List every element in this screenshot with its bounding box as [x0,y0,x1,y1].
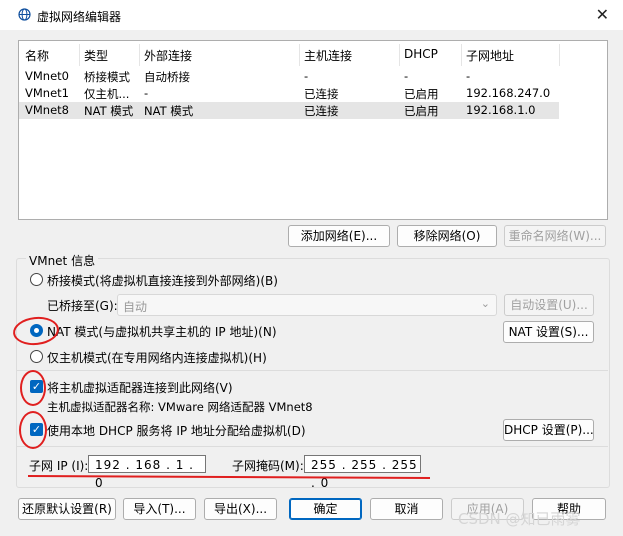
table-row-selected[interactable]: VMnet8 NAT 模式 NAT 模式 已连接 已启用 192.168.1.0 [19,102,559,119]
table-row[interactable]: VMnet1 仅主机... - 已连接 已启用 192.168.247.0 [19,85,559,102]
subnet-mask-label: 子网掩码(M): [232,459,304,473]
cell-name: VMnet1 [25,86,69,100]
cell-type: 桥接模式 [84,70,130,84]
ok-button[interactable]: 确定 [289,498,362,520]
subnet-mask-input[interactable]: 255 . 255 . 255 . 0 [304,455,421,490]
column-header-subnet[interactable]: 子网地址 [466,47,514,64]
window-title: 虚拟网络编辑器 [37,10,122,24]
divider [16,446,608,447]
title-bar: 虚拟网络编辑器 ✕ [0,0,623,30]
column-divider[interactable] [139,44,140,66]
cell-host: - [304,69,309,83]
cell-name: VMnet0 [25,69,69,83]
column-header-type[interactable]: 类型 [84,47,108,64]
cell-type: 仅主机... [84,87,130,101]
divider [16,370,608,371]
annotation-circle [20,370,46,406]
nat-settings-button[interactable]: NAT 设置(S)... [503,321,594,343]
host-only-radio[interactable] [30,350,43,363]
chevron-down-icon: ⌄ [480,297,490,310]
import-button[interactable]: 导入(T)... [123,498,196,520]
cell-subnet: 192.168.1.0 [466,103,536,117]
auto-settings-button[interactable]: 自动设置(U)... [504,294,594,316]
cell-name: VMnet8 [25,103,69,117]
column-header-dhcp[interactable]: DHCP [404,47,438,61]
vmnet-info-group [16,258,610,488]
bridged-radio[interactable] [30,273,43,286]
bridged-label[interactable]: 桥接模式(将虚拟机直接连接到外部网络)(B) [47,272,278,289]
column-header-host[interactable]: 主机连接 [304,47,352,64]
column-divider[interactable] [299,44,300,66]
cell-dhcp: 已启用 [404,87,439,101]
nat-label[interactable]: NAT 模式(与虚拟机共享主机的 IP 地址)(N) [47,323,277,340]
annotation-circle [19,411,47,449]
cell-subnet: - [466,69,471,83]
cell-external: NAT 模式 [144,104,194,118]
network-list[interactable]: 名称 类型 外部连接 主机连接 DHCP 子网地址 VMnet0 桥接模式 自动… [18,40,608,220]
use-dhcp-label[interactable]: 使用本地 DHCP 服务将 IP 地址分配给虚拟机(D) [47,422,306,439]
cell-dhcp: - [404,69,409,83]
cell-subnet: 192.168.247.0 [466,86,551,100]
export-button[interactable]: 导出(X)... [204,498,277,520]
close-icon[interactable]: ✕ [596,5,609,24]
cancel-button[interactable]: 取消 [370,498,443,520]
cell-dhcp: 已启用 [404,104,439,118]
column-divider[interactable] [559,44,560,66]
subnet-ip-label: 子网 IP (I): [29,459,89,473]
cell-host: 已连接 [304,104,339,118]
cell-external: 自动桥接 [144,70,190,84]
bridged-to-label: 已桥接至(G): [47,299,118,313]
add-network-button[interactable]: 添加网络(E)... [288,225,390,247]
adapter-name-text: 主机虚拟适配器名称: VMware 网络适配器 VMnet8 [47,400,313,414]
bridged-to-value: 自动 [123,300,148,314]
cell-type: NAT 模式 [84,104,134,118]
column-header-name[interactable]: 名称 [25,47,49,64]
watermark: CSDN @知已雨雾 [458,510,581,528]
network-globe-icon [18,8,31,21]
cell-external: - [144,86,149,100]
bridged-to-select[interactable]: 自动 ⌄ [117,294,497,316]
table-row[interactable]: VMnet0 桥接模式 自动桥接 - - - [19,68,559,85]
vmnet-info-title: VMnet 信息 [26,252,99,269]
restore-defaults-button[interactable]: 还原默认设置(R) [18,498,116,520]
dhcp-settings-button[interactable]: DHCP 设置(P)... [503,419,594,441]
subnet-ip-input[interactable]: 192 . 168 . 1 . 0 [88,455,206,490]
host-only-label[interactable]: 仅主机模式(在专用网络内连接虚拟机)(H) [47,349,267,366]
column-header-external[interactable]: 外部连接 [144,47,192,64]
column-divider[interactable] [79,44,80,66]
cell-host: 已连接 [304,87,339,101]
remove-network-button[interactable]: 移除网络(O) [397,225,497,247]
column-divider[interactable] [461,44,462,66]
connect-adapter-label[interactable]: 将主机虚拟适配器连接到此网络(V) [47,379,233,396]
rename-network-button[interactable]: 重命名网络(W)... [504,225,606,247]
column-divider[interactable] [399,44,400,66]
